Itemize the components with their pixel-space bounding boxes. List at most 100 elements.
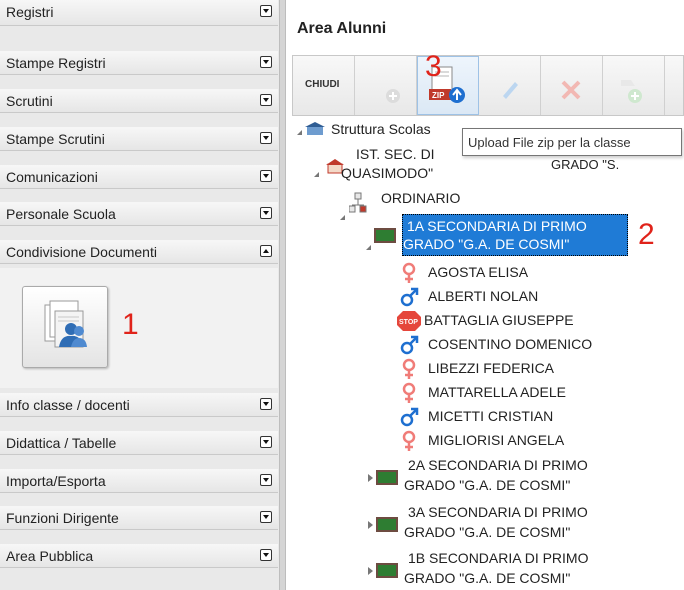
close-button[interactable]: CHIUDI — [293, 56, 355, 115]
sidebar-item-label: Stampe Registri — [6, 55, 106, 71]
sidebar-item-info-classe-docenti[interactable]: Info classe / docenti — [0, 393, 278, 417]
expand-toggle-icon[interactable] — [260, 436, 272, 448]
school-name-line1-tail: GRADO "S. — [551, 157, 620, 172]
shared-documents-icon — [44, 300, 87, 348]
condivisione-documenti-panel — [0, 268, 278, 388]
sidebar-item-personale-scuola[interactable]: Personale Scuola — [0, 202, 278, 226]
sidebar-item-label: Importa/Esporta — [6, 473, 106, 489]
sidebar-item-label: Comunicazioni — [6, 169, 98, 185]
male-icon — [400, 407, 419, 427]
sidebar-item-stampe-registri[interactable]: Stampe Registri — [0, 51, 278, 75]
tree-expander-icon[interactable] — [340, 215, 345, 220]
sidebar-item-label: Registri — [6, 4, 54, 20]
expand-toggle-icon[interactable] — [260, 5, 272, 17]
sidebar-item-label: Condivisione Documenti — [6, 244, 157, 260]
annotation-number-3: 3 — [425, 50, 442, 83]
student-name: MIGLIORISI ANGELA — [428, 432, 565, 448]
expand-toggle-icon[interactable] — [260, 170, 272, 182]
tree-expander-icon[interactable] — [368, 567, 373, 575]
edit-button[interactable] — [479, 56, 541, 115]
classroom-icon — [374, 228, 396, 243]
tree-expander-icon[interactable] — [368, 521, 373, 529]
sidebar-item-label: Personale Scuola — [6, 206, 116, 222]
sidebar-item-didattica-tabelle[interactable]: Didattica / Tabelle — [0, 431, 278, 455]
class-name-line1: 1A SECONDARIA DI PRIMO — [407, 218, 587, 234]
female-icon — [402, 358, 416, 379]
expand-toggle-icon[interactable] — [260, 94, 272, 106]
course-label[interactable]: ORDINARIO — [381, 190, 460, 206]
sidebar-item-comunicazioni[interactable]: Comunicazioni — [0, 165, 278, 189]
tree-expander-icon[interactable] — [366, 245, 371, 250]
class-name-line1: 2A SECONDARIA DI PRIMO — [408, 457, 588, 473]
close-button-label: CHIUDI — [305, 79, 340, 90]
student-name: LIBEZZI FEDERICA — [428, 360, 555, 376]
class-name-line1: 1B SECONDARIA DI PRIMO — [408, 550, 589, 566]
sidebar-item-label: Funzioni Dirigente — [6, 510, 119, 526]
student-name: MATTARELLA ADELE — [428, 384, 566, 400]
expand-toggle-icon[interactable] — [260, 398, 272, 410]
add-item-icon — [621, 80, 642, 103]
school-name-line1[interactable]: IST. SEC. DI — [356, 146, 435, 162]
class-name-line2: GRADO "G.A. DE COSMI" — [404, 477, 571, 493]
expand-toggle-icon[interactable] — [260, 474, 272, 486]
sidebar-item-label: Scrutini — [6, 93, 53, 109]
classroom-icon — [376, 470, 398, 485]
add-icon — [386, 89, 400, 103]
add-button[interactable] — [355, 56, 417, 115]
stop-sign-icon: STOP — [397, 311, 421, 331]
student-name: COSENTINO DOMENICO — [428, 336, 593, 352]
male-icon — [400, 287, 419, 307]
sidebar-item-area-pubblica[interactable]: Area Pubblica — [0, 544, 278, 568]
zip-label: ZIP — [432, 91, 445, 100]
shared-documents-button[interactable] — [22, 286, 108, 368]
student-name: BATTAGLIA GIUSEPPE — [424, 312, 574, 328]
panel-splitter[interactable] — [279, 0, 286, 590]
tree-expander-icon[interactable] — [297, 130, 302, 135]
expand-toggle-icon[interactable] — [260, 511, 272, 523]
selected-class-node[interactable]: 1A SECONDARIA DI PRIMO GRADO "G.A. DE CO… — [402, 214, 628, 256]
sidebar-item-scrutini[interactable]: Scrutini — [0, 89, 278, 113]
svg-text:STOP: STOP — [399, 319, 418, 326]
female-icon — [402, 430, 416, 451]
annotation-number-1: 1 — [122, 308, 139, 341]
school-name-line2[interactable]: QUASIMODO" — [341, 165, 433, 181]
sidebar-item-label: Area Pubblica — [6, 548, 94, 564]
sidebar-item-stampe-scrutini[interactable]: Stampe Scrutini — [0, 127, 278, 151]
tree-expander-icon[interactable] — [314, 172, 319, 177]
delete-button[interactable] — [541, 56, 603, 115]
sidebar-item-label: Didattica / Tabelle — [6, 435, 117, 451]
student-name: ALBERTI NOLAN — [428, 288, 539, 304]
tree-expander-icon[interactable] — [368, 474, 373, 482]
course-org-icon — [349, 192, 367, 213]
male-icon — [400, 335, 419, 355]
expand-toggle-icon[interactable] — [260, 549, 272, 561]
edit-icon — [503, 82, 518, 99]
sidebar-item-registri[interactable]: Registri — [0, 0, 278, 26]
expand-toggle-icon[interactable] — [260, 56, 272, 68]
delete-icon — [561, 80, 581, 100]
sidebar: Registri Stampe Registri Scrutini Stampe… — [0, 0, 283, 590]
classroom-icon — [376, 563, 398, 578]
collapse-toggle-icon[interactable] — [260, 245, 272, 257]
student-name: MICETTI CRISTIAN — [428, 408, 554, 424]
expand-toggle-icon[interactable] — [260, 132, 272, 144]
sidebar-item-label: Stampe Scrutini — [6, 131, 105, 147]
sidebar-item-funzioni-dirigente[interactable]: Funzioni Dirigente — [0, 506, 278, 530]
tooltip-text: Upload File zip per la classe — [468, 135, 631, 150]
class-name-line2: GRADO "G.A. DE COSMI" — [403, 236, 570, 252]
annotation-number-2: 2 — [638, 218, 655, 251]
page-title: Area Alunni — [297, 20, 387, 37]
sidebar-item-condivisione-documenti[interactable]: Condivisione Documenti — [0, 240, 278, 264]
class-name-line2: GRADO "G.A. DE COSMI" — [404, 524, 571, 540]
female-icon — [402, 262, 416, 283]
student-name: AGOSTA ELISA — [428, 264, 529, 280]
toolbar: CHIUDI ZIP — [292, 55, 684, 116]
expand-toggle-icon[interactable] — [260, 207, 272, 219]
classroom-icon — [376, 517, 398, 532]
tree-root-label[interactable]: Struttura Scolas — [331, 121, 431, 137]
add-item-button[interactable] — [603, 56, 665, 115]
female-icon — [402, 382, 416, 403]
class-name-line1: 3A SECONDARIA DI PRIMO — [408, 504, 588, 520]
sidebar-item-importa-esporta[interactable]: Importa/Esporta — [0, 469, 278, 493]
sidebar-item-label: Info classe / docenti — [6, 397, 130, 413]
